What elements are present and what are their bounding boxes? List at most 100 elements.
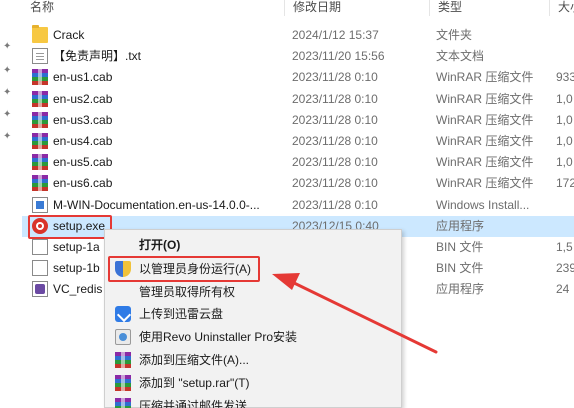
file-name-cell: en-us5.cab: [30, 152, 292, 173]
file-name: setup-1b: [53, 261, 100, 275]
file-size: 1,0: [556, 92, 573, 106]
menu-item-take-ownership[interactable]: 管理员取得所有权: [107, 281, 399, 304]
file-date: 2023/11/28 0:10: [292, 92, 378, 106]
winrar-icon: [32, 175, 48, 191]
file-name: en-us1.cab: [53, 70, 113, 84]
winrar-icon: [115, 352, 131, 368]
menu-item-add-to-setup-rar[interactable]: 添加到 "setup.rar"(T): [107, 372, 399, 395]
file-size: [556, 46, 574, 67]
file-name: en-us6.cab: [53, 176, 113, 190]
file-name: VC_redis: [53, 282, 103, 296]
winrar-icon: [32, 133, 48, 149]
file-type: WinRAR 压缩文件: [436, 70, 534, 84]
menu-item-upload-thunder[interactable]: 上传到迅雷云盘: [107, 303, 399, 326]
menu-item-label: 压缩并通过邮件发送...: [139, 399, 258, 408]
file-name-cell: en-us2.cab: [30, 89, 292, 110]
file-size: [556, 25, 574, 46]
file-type: 应用程序: [436, 219, 485, 233]
menu-item-label: 添加到压缩文件(A)...: [139, 353, 249, 367]
file-name: M-WIN-Documentation.en-us-14.0.0-...: [53, 198, 260, 212]
pin-icon: ✦: [3, 109, 12, 120]
file-row[interactable]: en-us6.cab 2023/11/28 0:10 WinRAR 压缩文件 172: [22, 173, 574, 194]
file-size: 1,0: [556, 113, 573, 127]
navigation-pane-edge: ✦ ✦ ✦ ✦ ✦: [0, 0, 22, 408]
file-date: 2023/11/28 0:10: [292, 113, 378, 127]
file-name: en-us5.cab: [53, 155, 113, 169]
bin-file-icon: [32, 239, 48, 255]
file-name-cell: Crack: [30, 25, 292, 46]
menu-item-label: 使用Revo Uninstaller Pro安装: [139, 330, 298, 344]
file-name: en-us2.cab: [53, 92, 113, 106]
file-name: setup-1a: [53, 240, 100, 254]
installer-icon: [32, 197, 48, 213]
file-size: [556, 195, 574, 216]
menu-item-label: 添加到 "setup.rar"(T): [139, 376, 250, 390]
file-row[interactable]: en-us1.cab 2023/11/28 0:10 WinRAR 压缩文件 933: [22, 67, 574, 88]
file-date: 2023/11/28 0:10: [292, 198, 378, 212]
file-size: 172: [556, 176, 574, 190]
file-date: 2023/11/20 15:56: [292, 49, 385, 63]
menu-item-label: 管理员取得所有权: [139, 285, 236, 299]
folder-icon: [32, 25, 48, 43]
menu-item-compress-email[interactable]: 压缩并通过邮件发送...: [107, 395, 399, 408]
vc-redist-icon: [32, 281, 48, 297]
file-row[interactable]: Crack 2024/1/12 15:37 文件夹: [22, 25, 574, 46]
file-name: 【免责声明】.txt: [53, 49, 142, 63]
file-size: 24: [556, 282, 570, 296]
menu-item-add-to-archive[interactable]: 添加到压缩文件(A)...: [107, 349, 399, 372]
file-row[interactable]: 【免责声明】.txt 2023/11/20 15:56 文本文档: [22, 46, 574, 67]
file-name: en-us3.cab: [53, 113, 113, 127]
menu-item-open[interactable]: 打开(O): [107, 234, 399, 257]
revo-uninstaller-icon: [115, 329, 131, 345]
file-date: 2024/1/12 15:37: [292, 28, 379, 42]
file-date: 2023/11/28 0:10: [292, 176, 378, 190]
winrar-icon: [32, 154, 48, 170]
file-row[interactable]: en-us2.cab 2023/11/28 0:10 WinRAR 压缩文件 1,0: [22, 89, 574, 110]
file-row[interactable]: M-WIN-Documentation.en-us-14.0.0-... 2023…: [22, 195, 574, 216]
pin-icon: ✦: [3, 131, 12, 142]
file-type: BIN 文件: [436, 261, 484, 275]
column-header-name[interactable]: 名称: [22, 0, 284, 16]
file-name-cell: en-us3.cab: [30, 110, 292, 131]
file-date: 2023/11/28 0:10: [292, 134, 378, 148]
menu-item-label: 打开(O): [139, 238, 181, 252]
file-date: 2023/11/28 0:10: [292, 70, 378, 84]
file-row[interactable]: en-us5.cab 2023/11/28 0:10 WinRAR 压缩文件 1,0: [22, 152, 574, 173]
file-name-cell: en-us6.cab: [30, 173, 292, 194]
file-name: Crack: [53, 28, 85, 42]
file-type: 文本文档: [436, 49, 485, 63]
file-type: 文件夹: [436, 28, 473, 42]
pin-icon: ✦: [3, 41, 12, 52]
column-header-size[interactable]: 大小: [549, 0, 574, 16]
winrar-icon: [32, 112, 48, 128]
file-name: en-us4.cab: [53, 134, 113, 148]
file-name-cell: en-us1.cab: [30, 67, 292, 88]
thunder-cloud-icon: [115, 306, 131, 322]
column-header-date[interactable]: 修改日期: [284, 0, 429, 16]
file-name-cell: M-WIN-Documentation.en-us-14.0.0-...: [30, 195, 292, 216]
pin-icon: ✦: [3, 65, 12, 76]
file-type: WinRAR 压缩文件: [436, 134, 534, 148]
winrar-icon: [115, 375, 131, 391]
pin-icon: ✦: [3, 87, 12, 98]
file-size: 1,0: [556, 134, 573, 148]
winrar-icon: [32, 91, 48, 107]
file-type: WinRAR 压缩文件: [436, 155, 534, 169]
file-name-cell: en-us4.cab: [30, 131, 292, 152]
winrar-icon: [115, 398, 131, 408]
annotation-highlight-run-as-admin: [108, 256, 260, 282]
file-row[interactable]: en-us4.cab 2023/11/28 0:10 WinRAR 压缩文件 1,0: [22, 131, 574, 152]
file-size: 933: [556, 70, 574, 84]
file-type: WinRAR 压缩文件: [436, 92, 534, 106]
file-size: 1,0: [556, 155, 573, 169]
file-type: WinRAR 压缩文件: [436, 176, 534, 190]
file-type: Windows Install...: [436, 198, 530, 212]
annotation-highlight-setup: [28, 215, 112, 239]
file-name-cell: 【免责声明】.txt: [30, 46, 292, 67]
file-type: 应用程序: [436, 282, 485, 296]
menu-item-revo-install[interactable]: 使用Revo Uninstaller Pro安装: [107, 326, 399, 349]
file-size: 239: [556, 261, 574, 275]
file-row[interactable]: en-us3.cab 2023/11/28 0:10 WinRAR 压缩文件 1,0: [22, 110, 574, 131]
file-date: 2023/11/28 0:10: [292, 155, 378, 169]
column-header-type[interactable]: 类型: [429, 0, 549, 16]
